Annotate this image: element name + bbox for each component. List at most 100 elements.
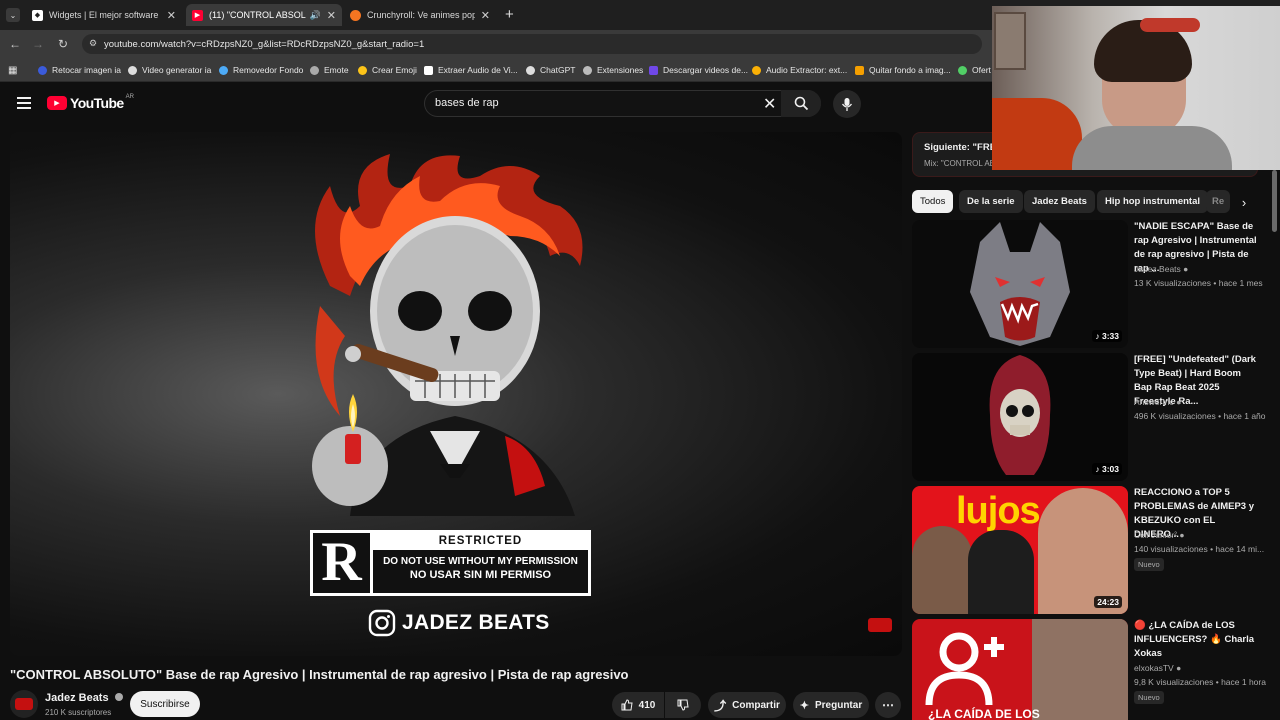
duration-badge: ♪ 3:33 (1092, 330, 1122, 342)
r-rating-icon: R (313, 533, 373, 593)
bookmark-item[interactable]: Ofert (958, 63, 991, 77)
widgets-favicon-icon: ◆ (32, 9, 43, 21)
bookmark-icon (358, 65, 367, 75)
share-icon: ⤴ (714, 698, 727, 713)
search-button[interactable] (781, 90, 821, 117)
tab-crunchyroll[interactable]: Crunchyroll: Ve animes populares ✕ (344, 4, 496, 26)
speaker-icon[interactable]: 🔊 (310, 10, 321, 21)
new-badge: Nuevo (1134, 691, 1164, 704)
more-dots-icon: ⋯ (882, 698, 894, 712)
apps-grid-icon[interactable]: ▦ (8, 63, 17, 77)
rec-channel: AnswerInc ● (1134, 397, 1182, 407)
list-item[interactable]: lujos 24:23 REACCIONO a TOP 5 PROBLEMAS … (912, 486, 1264, 614)
video-thumbnail[interactable]: ♪ 3:03 (912, 353, 1128, 481)
wall-frame (994, 12, 1026, 70)
url-text: youtube.com/watch?v=cRDzpsNZ0_g&list=RDc… (104, 38, 425, 50)
verified-icon (114, 693, 123, 701)
rec-views: 496 K visualizaciones • hace 1 año (1134, 411, 1266, 421)
share-button[interactable]: ⤴ Compartir (708, 692, 786, 718)
like-button[interactable]: 410 (612, 692, 664, 718)
list-item[interactable]: ♪ 3:33 "NADIE ESCAPA" Base de rap Agresi… (912, 220, 1263, 348)
youtube-logo[interactable]: ▶ YouTube AR (47, 94, 134, 111)
dislike-button[interactable] (665, 692, 701, 718)
bookmark-item[interactable]: Retocar imagen ia (38, 63, 121, 77)
bookmark-item[interactable]: Video generator ia (128, 63, 211, 77)
headphones (1140, 18, 1200, 32)
person-figure (968, 530, 1034, 614)
new-tab-plus-icon[interactable]: + (505, 6, 514, 23)
site-info-icon[interactable]: ⚙ (89, 38, 97, 49)
chip-hip-hop-instrumental[interactable]: Hip hop instrumental (1097, 190, 1208, 213)
channel-name[interactable]: Jadez Beats (45, 692, 123, 704)
list-item[interactable]: ¿LA CAÍDA DE LOS 🔴 ¿LA CAÍDA de LOS INFL… (912, 619, 1266, 720)
video-thumbnail[interactable]: ¿LA CAÍDA DE LOS (912, 619, 1128, 720)
forward-arrow-icon[interactable]: → (29, 35, 47, 53)
thumbs-down-icon (677, 699, 689, 711)
bookmark-icon (958, 65, 967, 75)
reload-icon[interactable]: ↻ (54, 35, 72, 53)
video-player[interactable]: R RESTRICTED DO NOT USE WITHOUT MY PERMI… (10, 132, 902, 656)
bookmark-icon (128, 65, 137, 75)
rec-views: 9,8 K visualizaciones • hace 1 hora (1134, 677, 1266, 687)
subscribe-button[interactable]: Suscribirse (130, 691, 200, 717)
channel-watermark-icon[interactable] (868, 618, 892, 632)
verified-icon: ● (1176, 663, 1182, 673)
bookmark-item[interactable]: Audio Extractor: ext... (752, 63, 847, 77)
tab-youtube-active[interactable]: ▶ (11) "CONTROL ABSOLUTO" 🔊 ✕ (186, 4, 342, 26)
bookmark-icon (752, 65, 761, 75)
channel-avatar[interactable] (10, 690, 38, 718)
bookmark-item[interactable]: Removedor Fondo (219, 63, 303, 77)
bookmark-item[interactable]: Quitar fondo a imag... (855, 63, 951, 77)
search-icon (794, 96, 808, 111)
rec-channel: elxokasTV ● (1134, 663, 1182, 673)
rec-title: 🔴 ¿LA CAÍDA de LOS INFLUENCERS? 🔥 Charla… (1134, 620, 1255, 659)
chip-more[interactable]: Re (1206, 190, 1230, 213)
list-item[interactable]: ♪ 3:03 [FREE] "Undefeated" (Dark Type Be… (912, 353, 1266, 481)
bookmark-icon (38, 65, 47, 75)
ask-button[interactable]: ✦ Preguntar (793, 692, 869, 718)
chip-jadez-beats[interactable]: Jadez Beats (1024, 190, 1095, 213)
rec-views: 13 K visualizaciones • hace 1 mes (1134, 278, 1263, 288)
video-thumbnail[interactable]: lujos 24:23 (912, 486, 1128, 614)
tab-widgets[interactable]: ◆ Widgets | El mejor software para ✕ (26, 4, 182, 26)
chips-next-chevron-icon[interactable]: › (1234, 192, 1254, 212)
puzzle-icon (583, 65, 592, 75)
thumbnail-text: lujos (956, 490, 1041, 532)
bookmark-icon (219, 65, 228, 75)
search-input[interactable]: bases de rap (435, 97, 499, 109)
back-arrow-icon[interactable]: ← (6, 35, 24, 53)
clear-search-icon[interactable]: ✕ (763, 94, 776, 114)
bookmark-item[interactable]: Emote (310, 63, 349, 77)
user-add-icon (925, 632, 1004, 706)
bookmark-icon (424, 65, 433, 75)
duration-badge: 24:23 (1094, 596, 1122, 608)
video-thumbnail[interactable]: ♪ 3:33 (912, 220, 1128, 348)
chip-todos[interactable]: Todos (912, 190, 954, 213)
bookmark-icon (310, 65, 319, 75)
instagram-icon (368, 609, 396, 637)
address-bar[interactable]: ⚙ youtube.com/watch?v=cRDzpsNZ0_g&list=R… (82, 34, 982, 54)
more-actions-button[interactable]: ⋯ (875, 692, 901, 718)
bookmark-item[interactable]: Extensiones (583, 63, 643, 77)
chip-de-la-serie[interactable]: De la serie (959, 190, 1023, 213)
bookmark-item[interactable]: Extraer Audio de Vi... (424, 63, 518, 77)
bookmark-icon (649, 65, 658, 75)
bookmark-item[interactable]: Descargar videos de... (649, 63, 748, 77)
next-label: Siguiente: "FREE (924, 142, 1003, 153)
crunchyroll-favicon-icon (350, 9, 361, 21)
video-title: "CONTROL ABSOLUTO" Base de rap Agresivo … (10, 667, 629, 682)
bookmark-icon (526, 65, 535, 75)
voice-search-button[interactable] (833, 90, 861, 118)
bookmark-item[interactable]: ChatGPT (526, 63, 575, 77)
hamburger-menu-icon[interactable] (17, 97, 31, 109)
red-fabric (992, 98, 1082, 170)
close-tab-icon[interactable]: ✕ (481, 9, 490, 22)
bookmark-item[interactable]: Crear Emoji (358, 63, 417, 77)
sparkle-icon: ✦ (799, 699, 809, 712)
scrollbar[interactable] (1272, 170, 1277, 232)
rec-channel: Jadez Beats ● (1134, 264, 1189, 274)
tab-list-chevron-icon[interactable]: ⌄ (6, 8, 20, 22)
close-tab-icon[interactable]: ✕ (167, 9, 176, 22)
close-tab-icon[interactable]: ✕ (327, 9, 336, 22)
search-box[interactable]: bases de rap ✕ (424, 90, 821, 117)
